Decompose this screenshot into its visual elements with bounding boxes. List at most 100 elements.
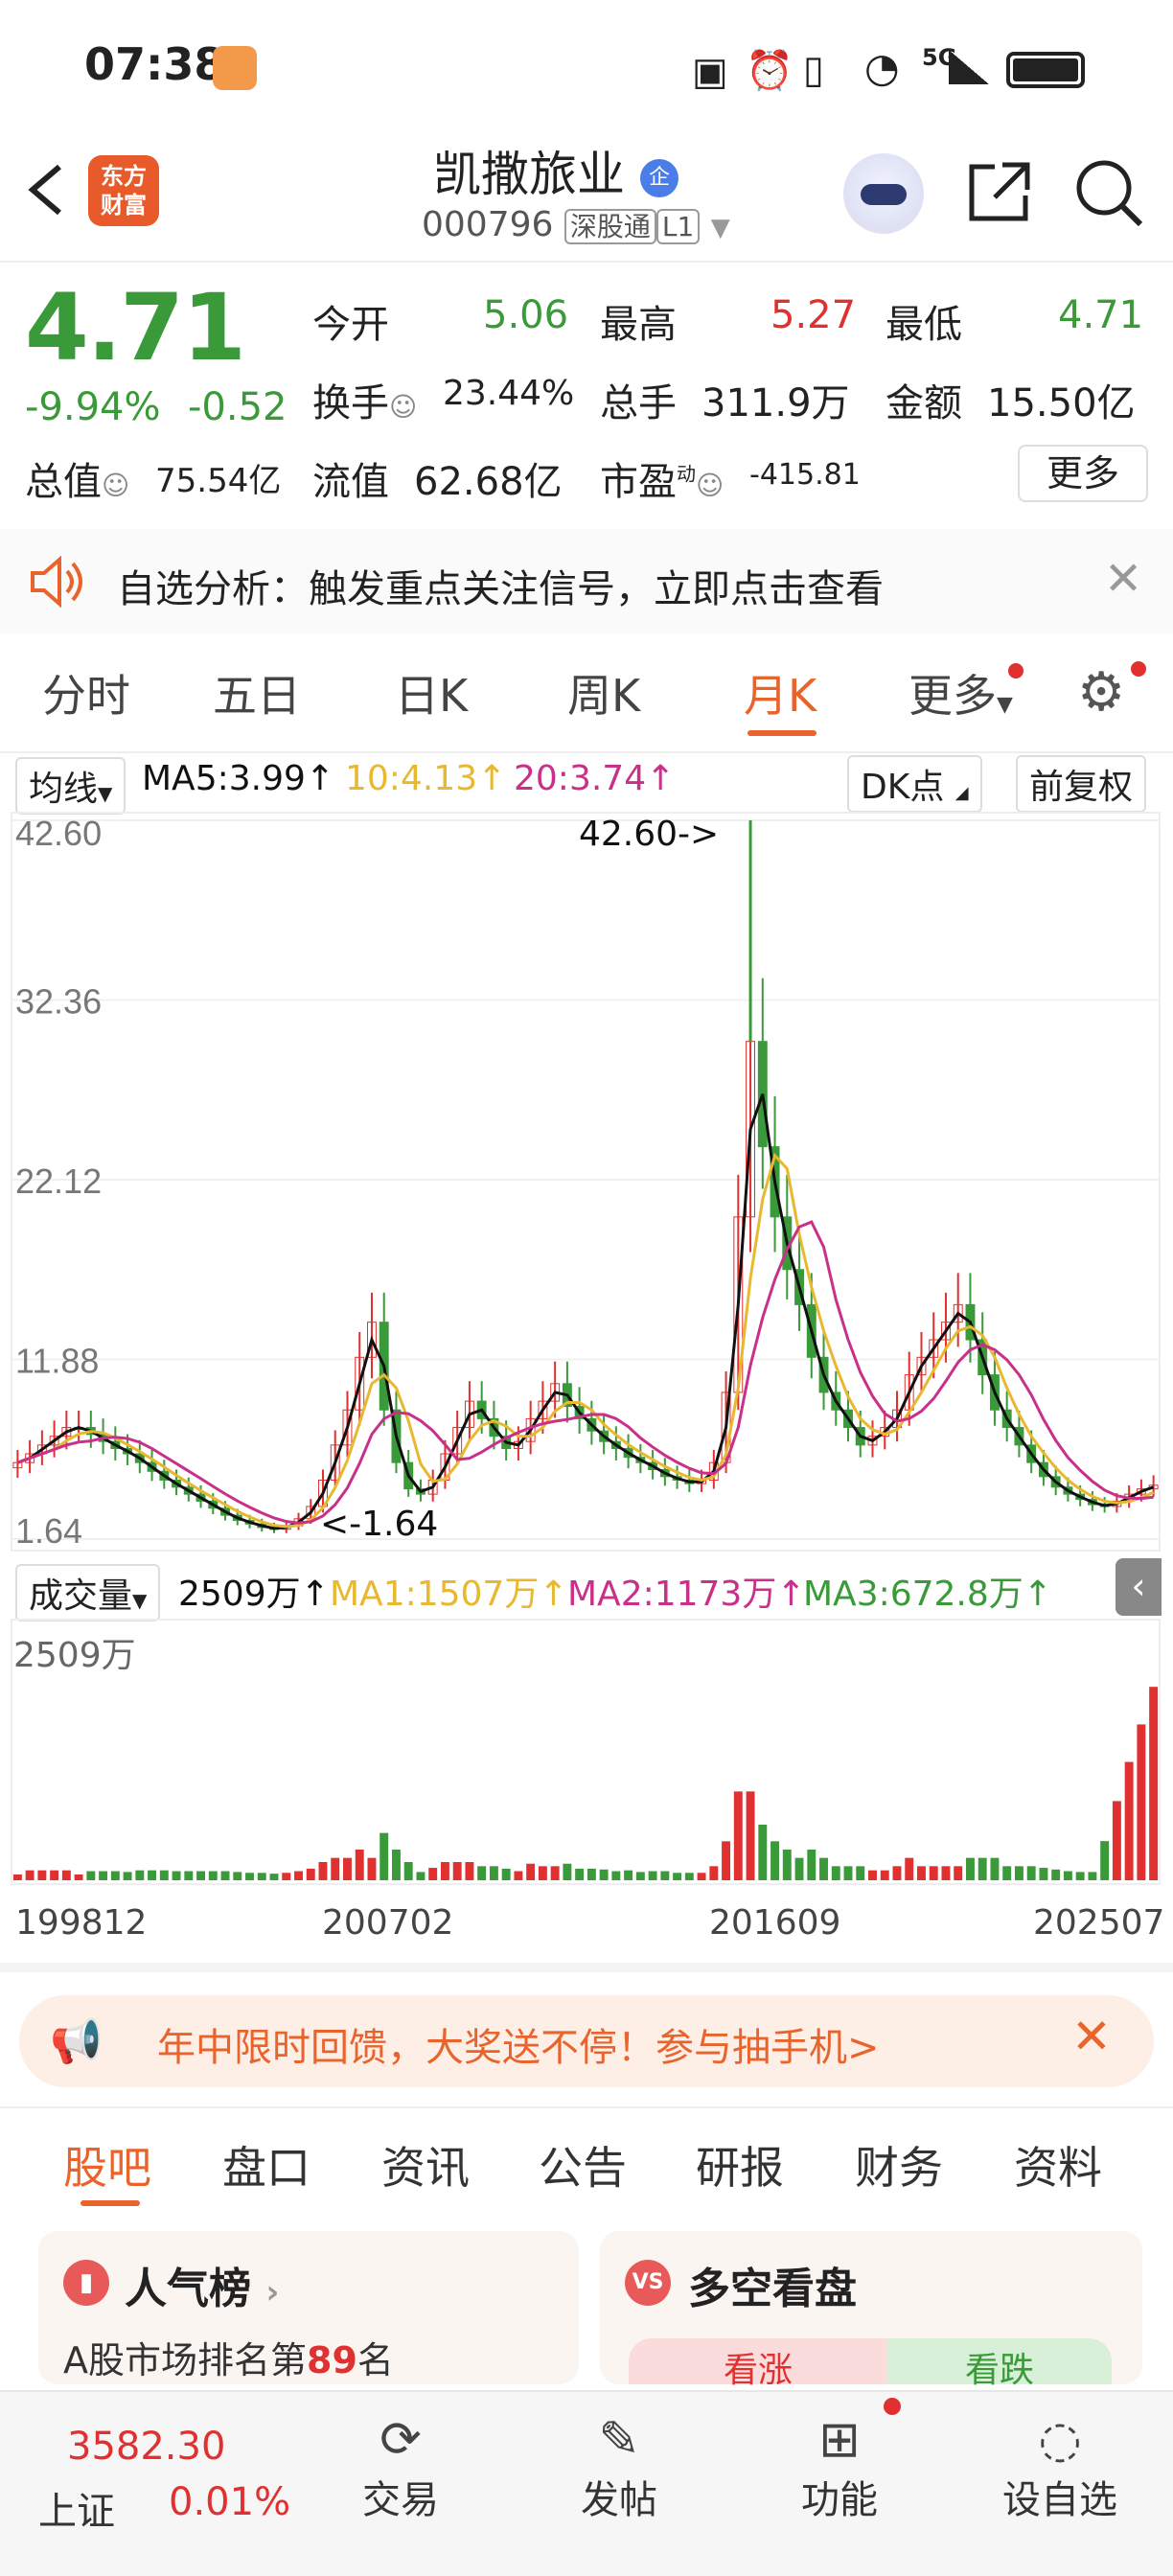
candlesticks <box>12 820 1159 1533</box>
divider <box>0 2106 1173 2108</box>
tab-more[interactable]: 更多▼ <box>908 661 1013 724</box>
volume-bar <box>37 1870 47 1880</box>
volume-bar <box>403 1862 413 1880</box>
nav-post[interactable]: ✎ 发帖 <box>542 2411 696 2524</box>
collapse-panel-icon[interactable]: ‹ <box>1116 1558 1162 1616</box>
index-change[interactable]: 0.01% <box>169 2480 290 2524</box>
volume-bar <box>673 1873 682 1880</box>
last-price: 4.71 <box>25 274 246 381</box>
ma-lines <box>16 1093 1155 1530</box>
subtab-orderbook[interactable]: 盘口 <box>222 2133 310 2196</box>
yen-exchange-icon: ⟳ <box>380 2411 422 2469</box>
volume-bar <box>269 1874 279 1880</box>
volume-bar <box>794 1857 804 1880</box>
dk-point-button[interactable]: DK点 ◢ <box>847 755 982 813</box>
volume-bar <box>220 1871 230 1880</box>
volume-bar <box>452 1862 462 1880</box>
subtab-news[interactable]: 资讯 <box>381 2133 470 2196</box>
active-subtab-indicator <box>80 2200 140 2206</box>
high-label: 最高 <box>600 303 677 347</box>
bull-bear-card[interactable]: VS 多空看盘 看涨 看跌 <box>600 2231 1142 2390</box>
y-tick-label: 22.12 <box>15 1162 102 1201</box>
nav-add-watchlist[interactable]: ◌ 设自选 <box>983 2411 1137 2524</box>
mcap-label: 总值☺ <box>25 460 130 504</box>
subtab-announcements[interactable]: 公告 <box>539 2133 627 2196</box>
subtab-forum[interactable]: 股吧 <box>63 2133 151 2196</box>
high-value: 5.27 <box>770 293 857 337</box>
volume-bar <box>660 1871 670 1880</box>
volume-bar <box>1124 1761 1134 1880</box>
volume-label: 总手 <box>600 381 677 426</box>
bear-button[interactable]: 看跌 <box>887 2338 1112 2390</box>
volume-bar <box>489 1866 498 1880</box>
volume-bar <box>1063 1871 1072 1880</box>
nav-functions[interactable]: ⊞ 功能 <box>763 2411 916 2524</box>
tab-daily-k[interactable]: 日K <box>395 661 468 724</box>
nav-trade[interactable]: ⟳ 交易 <box>324 2411 477 2524</box>
back-icon[interactable] <box>21 161 73 218</box>
y-tick-label: 1.64 <box>15 1511 82 1551</box>
subtab-profile[interactable]: 资料 <box>1014 2133 1102 2196</box>
divider <box>0 261 1173 263</box>
promo-banner[interactable]: 📢 年中限时回馈，大奖送不停！参与抽手机> ✕ <box>19 1995 1154 2087</box>
analysis-banner[interactable]: 自选分析：触发重点关注信号，立即点击查看 ✕ <box>0 529 1173 634</box>
info-icon: ☺ <box>696 470 724 501</box>
close-icon[interactable]: ✕ <box>1071 2009 1112 2064</box>
volume-bar <box>172 1871 181 1880</box>
more-circle-icon: ◌ <box>1038 2411 1082 2469</box>
volume-bar <box>526 1863 536 1880</box>
volume-bar <box>416 1872 426 1880</box>
volume-bar <box>709 1866 719 1880</box>
hk-connect-tag: 深股通 <box>564 209 656 244</box>
subtab-research[interactable]: 研报 <box>696 2133 784 2196</box>
volume-bar <box>905 1857 914 1880</box>
subtab-finance[interactable]: 财务 <box>855 2133 943 2196</box>
volume-bar <box>722 1841 731 1880</box>
popularity-card[interactable]: ▮ 人气榜 › A股市场排名第89名 <box>38 2231 579 2384</box>
mcap-value: 75.54亿 <box>155 462 282 500</box>
volume-select[interactable]: 成交量▼ <box>15 1564 161 1622</box>
volume-bar <box>25 1870 34 1880</box>
change-value: -0.52 <box>188 385 288 429</box>
grid-apps-icon: ⊞ <box>818 2411 861 2469</box>
status-bar: 07:38 ▣ ⏰ ▯ ◔ 5G <box>0 0 1173 134</box>
volume-bar <box>282 1873 291 1880</box>
volume-bar <box>1002 1866 1012 1880</box>
volume-bar <box>856 1866 865 1880</box>
share-icon[interactable] <box>966 159 1033 222</box>
volume-bar <box>306 1868 315 1880</box>
search-icon[interactable] <box>1071 155 1144 228</box>
volume-bar <box>1026 1866 1036 1880</box>
volume-bar <box>257 1873 266 1880</box>
grid-lines <box>12 819 1160 1540</box>
index-name[interactable]: 上证 <box>38 2480 115 2536</box>
volume-bar <box>1075 1872 1085 1880</box>
adjust-price-button[interactable]: 前复权 <box>1016 755 1147 813</box>
tab-intraday[interactable]: 分时 <box>42 661 130 724</box>
float-value: 62.68亿 <box>414 460 563 504</box>
volume-bar <box>831 1866 840 1880</box>
index-value[interactable]: 3582.30 <box>67 2425 225 2469</box>
volume-bar <box>331 1857 340 1880</box>
tab-five-day[interactable]: 五日 <box>213 661 301 724</box>
tab-monthly-k[interactable]: 月K <box>744 661 816 724</box>
ai-assistant-icon[interactable] <box>843 153 924 234</box>
volume-chart[interactable] <box>0 1618 1173 1896</box>
more-button[interactable]: 更多 <box>1018 445 1148 502</box>
alarm-icon: ⏰ <box>746 49 794 93</box>
tab-weekly-k[interactable]: 周K <box>567 661 640 724</box>
chevron-down-icon[interactable]: ▼ <box>711 214 730 242</box>
volume-bar <box>807 1850 816 1880</box>
kline-chart[interactable]: 42.60 32.36 22.12 11.88 1.64 <box>0 811 1173 1558</box>
volume-bar <box>233 1872 242 1880</box>
popularity-title: 人气榜 › <box>125 2265 280 2313</box>
ma-select[interactable]: 均线▼ <box>15 757 126 815</box>
settings-gear-icon[interactable]: ⚙ <box>1077 661 1125 724</box>
signal-icon <box>949 50 989 84</box>
ma10-legend: 10:4.13↑ <box>345 759 507 798</box>
vol-ma3-legend: MA3:672.8万↑ <box>803 1575 1052 1614</box>
close-icon[interactable]: ✕ <box>1104 552 1142 606</box>
bull-button[interactable]: 看涨 <box>629 2338 887 2390</box>
volume-bar <box>135 1870 145 1880</box>
low-value: 4.71 <box>1058 293 1144 337</box>
